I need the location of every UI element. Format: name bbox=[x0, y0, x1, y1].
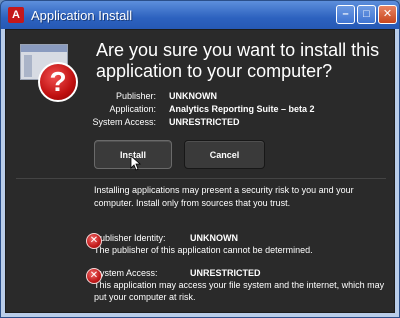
risk-description: The publisher of this application cannot… bbox=[94, 245, 313, 255]
adobe-air-logo-icon: A bbox=[8, 7, 24, 23]
divider bbox=[16, 178, 386, 179]
cancel-button[interactable]: Cancel bbox=[184, 140, 265, 169]
minimize-button[interactable]: – bbox=[336, 5, 355, 24]
mouse-cursor-icon bbox=[130, 155, 142, 171]
dialog-content: ? Are you sure you want to install this … bbox=[5, 29, 395, 313]
window-title: Application Install bbox=[31, 7, 133, 23]
risk-label: Publisher Identity: bbox=[94, 233, 166, 243]
maximize-button[interactable]: □ bbox=[357, 5, 376, 24]
install-question: Are you sure you want to install this ap… bbox=[96, 40, 380, 81]
title-bar[interactable]: A Application Install – □ ✕ bbox=[1, 1, 399, 29]
publisher-row: Publisher: UNKNOWN bbox=[66, 90, 315, 103]
publisher-label: Publisher: bbox=[115, 91, 156, 101]
install-info: Publisher: UNKNOWN Application: Analytic… bbox=[66, 90, 315, 129]
system-access-risk: ✕ System Access: UNRESTRICTED This appli… bbox=[86, 267, 389, 303]
publisher-identity-risk: ✕ Publisher Identity: UNKNOWN The publis… bbox=[86, 232, 389, 256]
error-icon: ✕ bbox=[86, 233, 102, 249]
application-value: Analytics Reporting Suite – beta 2 bbox=[169, 104, 315, 114]
window-controls: – □ ✕ bbox=[336, 5, 397, 24]
system-access-row: System Access: UNRESTRICTED bbox=[66, 116, 315, 129]
risk-description: This application may access your file sy… bbox=[94, 280, 385, 302]
publisher-value: UNKNOWN bbox=[169, 91, 217, 101]
system-access-label: System Access: bbox=[92, 117, 156, 127]
application-row: Application: Analytics Reporting Suite –… bbox=[66, 103, 315, 116]
risk-value: UNKNOWN bbox=[190, 233, 238, 243]
application-install-window: A Application Install – □ ✕ ? Are you su… bbox=[0, 0, 400, 318]
application-label: Application: bbox=[109, 104, 156, 114]
risk-header: System Access: UNRESTRICTED bbox=[94, 267, 389, 279]
close-button[interactable]: ✕ bbox=[378, 5, 397, 24]
security-warning: Installing applications may present a se… bbox=[94, 185, 354, 208]
system-access-value: UNRESTRICTED bbox=[169, 117, 240, 127]
risk-label: System Access: bbox=[94, 268, 158, 278]
risk-header: Publisher Identity: UNKNOWN bbox=[94, 232, 389, 244]
error-icon: ✕ bbox=[86, 268, 102, 284]
risk-value: UNRESTRICTED bbox=[190, 268, 261, 278]
